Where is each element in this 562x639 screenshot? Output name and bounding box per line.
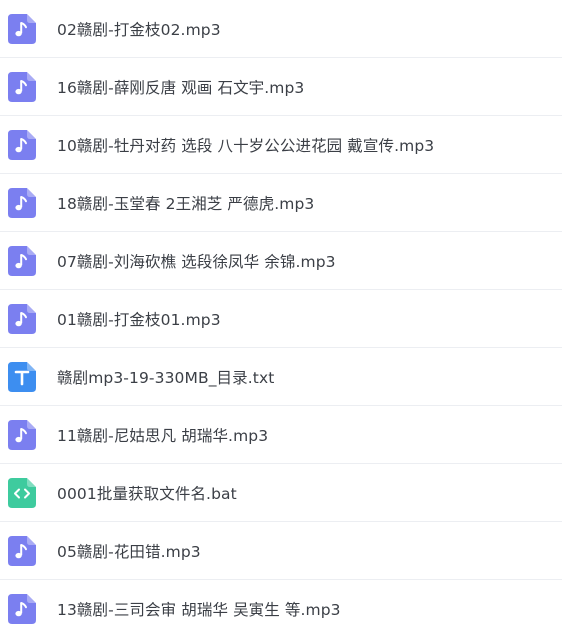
file-name: 18赣剧-玉堂春 2王湘芝 严德虎.mp3 (57, 194, 315, 213)
music-file-icon (8, 13, 36, 44)
music-file-icon (8, 245, 36, 276)
file-row[interactable]: 05赣剧-花田错.mp3 (0, 522, 562, 580)
file-name: 16赣剧-薛刚反唐 观画 石文宇.mp3 (57, 78, 305, 97)
music-file-icon (8, 187, 36, 218)
file-name: 05赣剧-花田错.mp3 (57, 542, 201, 561)
file-name: 01赣剧-打金枝01.mp3 (57, 310, 221, 329)
music-file-icon (8, 129, 36, 160)
file-row[interactable]: 07赣剧-刘海砍樵 选段徐凤华 余锦.mp3 (0, 232, 562, 290)
file-name: 10赣剧-牡丹对药 选段 八十岁公公进花园 戴宣传.mp3 (57, 136, 435, 155)
file-row[interactable]: 16赣剧-薛刚反唐 观画 石文宇.mp3 (0, 58, 562, 116)
music-file-icon (8, 535, 36, 566)
music-file-icon (8, 594, 36, 624)
file-name: 02赣剧-打金枝02.mp3 (57, 20, 221, 39)
file-name: 13赣剧-三司会审 胡瑞华 吴寅生 等.mp3 (57, 601, 341, 619)
file-row[interactable]: 11赣剧-尼姑思凡 胡瑞华.mp3 (0, 406, 562, 464)
code-file-icon (8, 477, 36, 508)
file-row[interactable]: 赣剧mp3-19-330MB_目录.txt (0, 348, 562, 406)
file-name: 0001批量获取文件名.bat (57, 484, 237, 503)
music-file-icon (8, 303, 36, 334)
file-row[interactable]: 0001批量获取文件名.bat (0, 464, 562, 522)
file-name: 07赣剧-刘海砍樵 选段徐凤华 余锦.mp3 (57, 252, 336, 271)
file-row[interactable]: 02赣剧-打金枝02.mp3 (0, 0, 562, 58)
music-file-icon (8, 419, 36, 450)
file-row[interactable]: 13赣剧-三司会审 胡瑞华 吴寅生 等.mp3 (0, 580, 562, 638)
file-row[interactable]: 01赣剧-打金枝01.mp3 (0, 290, 562, 348)
music-file-icon (8, 71, 36, 102)
text-file-icon (8, 361, 36, 392)
file-name: 赣剧mp3-19-330MB_目录.txt (57, 368, 275, 387)
file-row[interactable]: 18赣剧-玉堂春 2王湘芝 严德虎.mp3 (0, 174, 562, 232)
file-row[interactable]: 10赣剧-牡丹对药 选段 八十岁公公进花园 戴宣传.mp3 (0, 116, 562, 174)
file-name: 11赣剧-尼姑思凡 胡瑞华.mp3 (57, 426, 269, 445)
file-list: 02赣剧-打金枝02.mp3 16赣剧-薛刚反唐 观画 石文宇.mp3 10赣剧-牡… (0, 0, 562, 639)
